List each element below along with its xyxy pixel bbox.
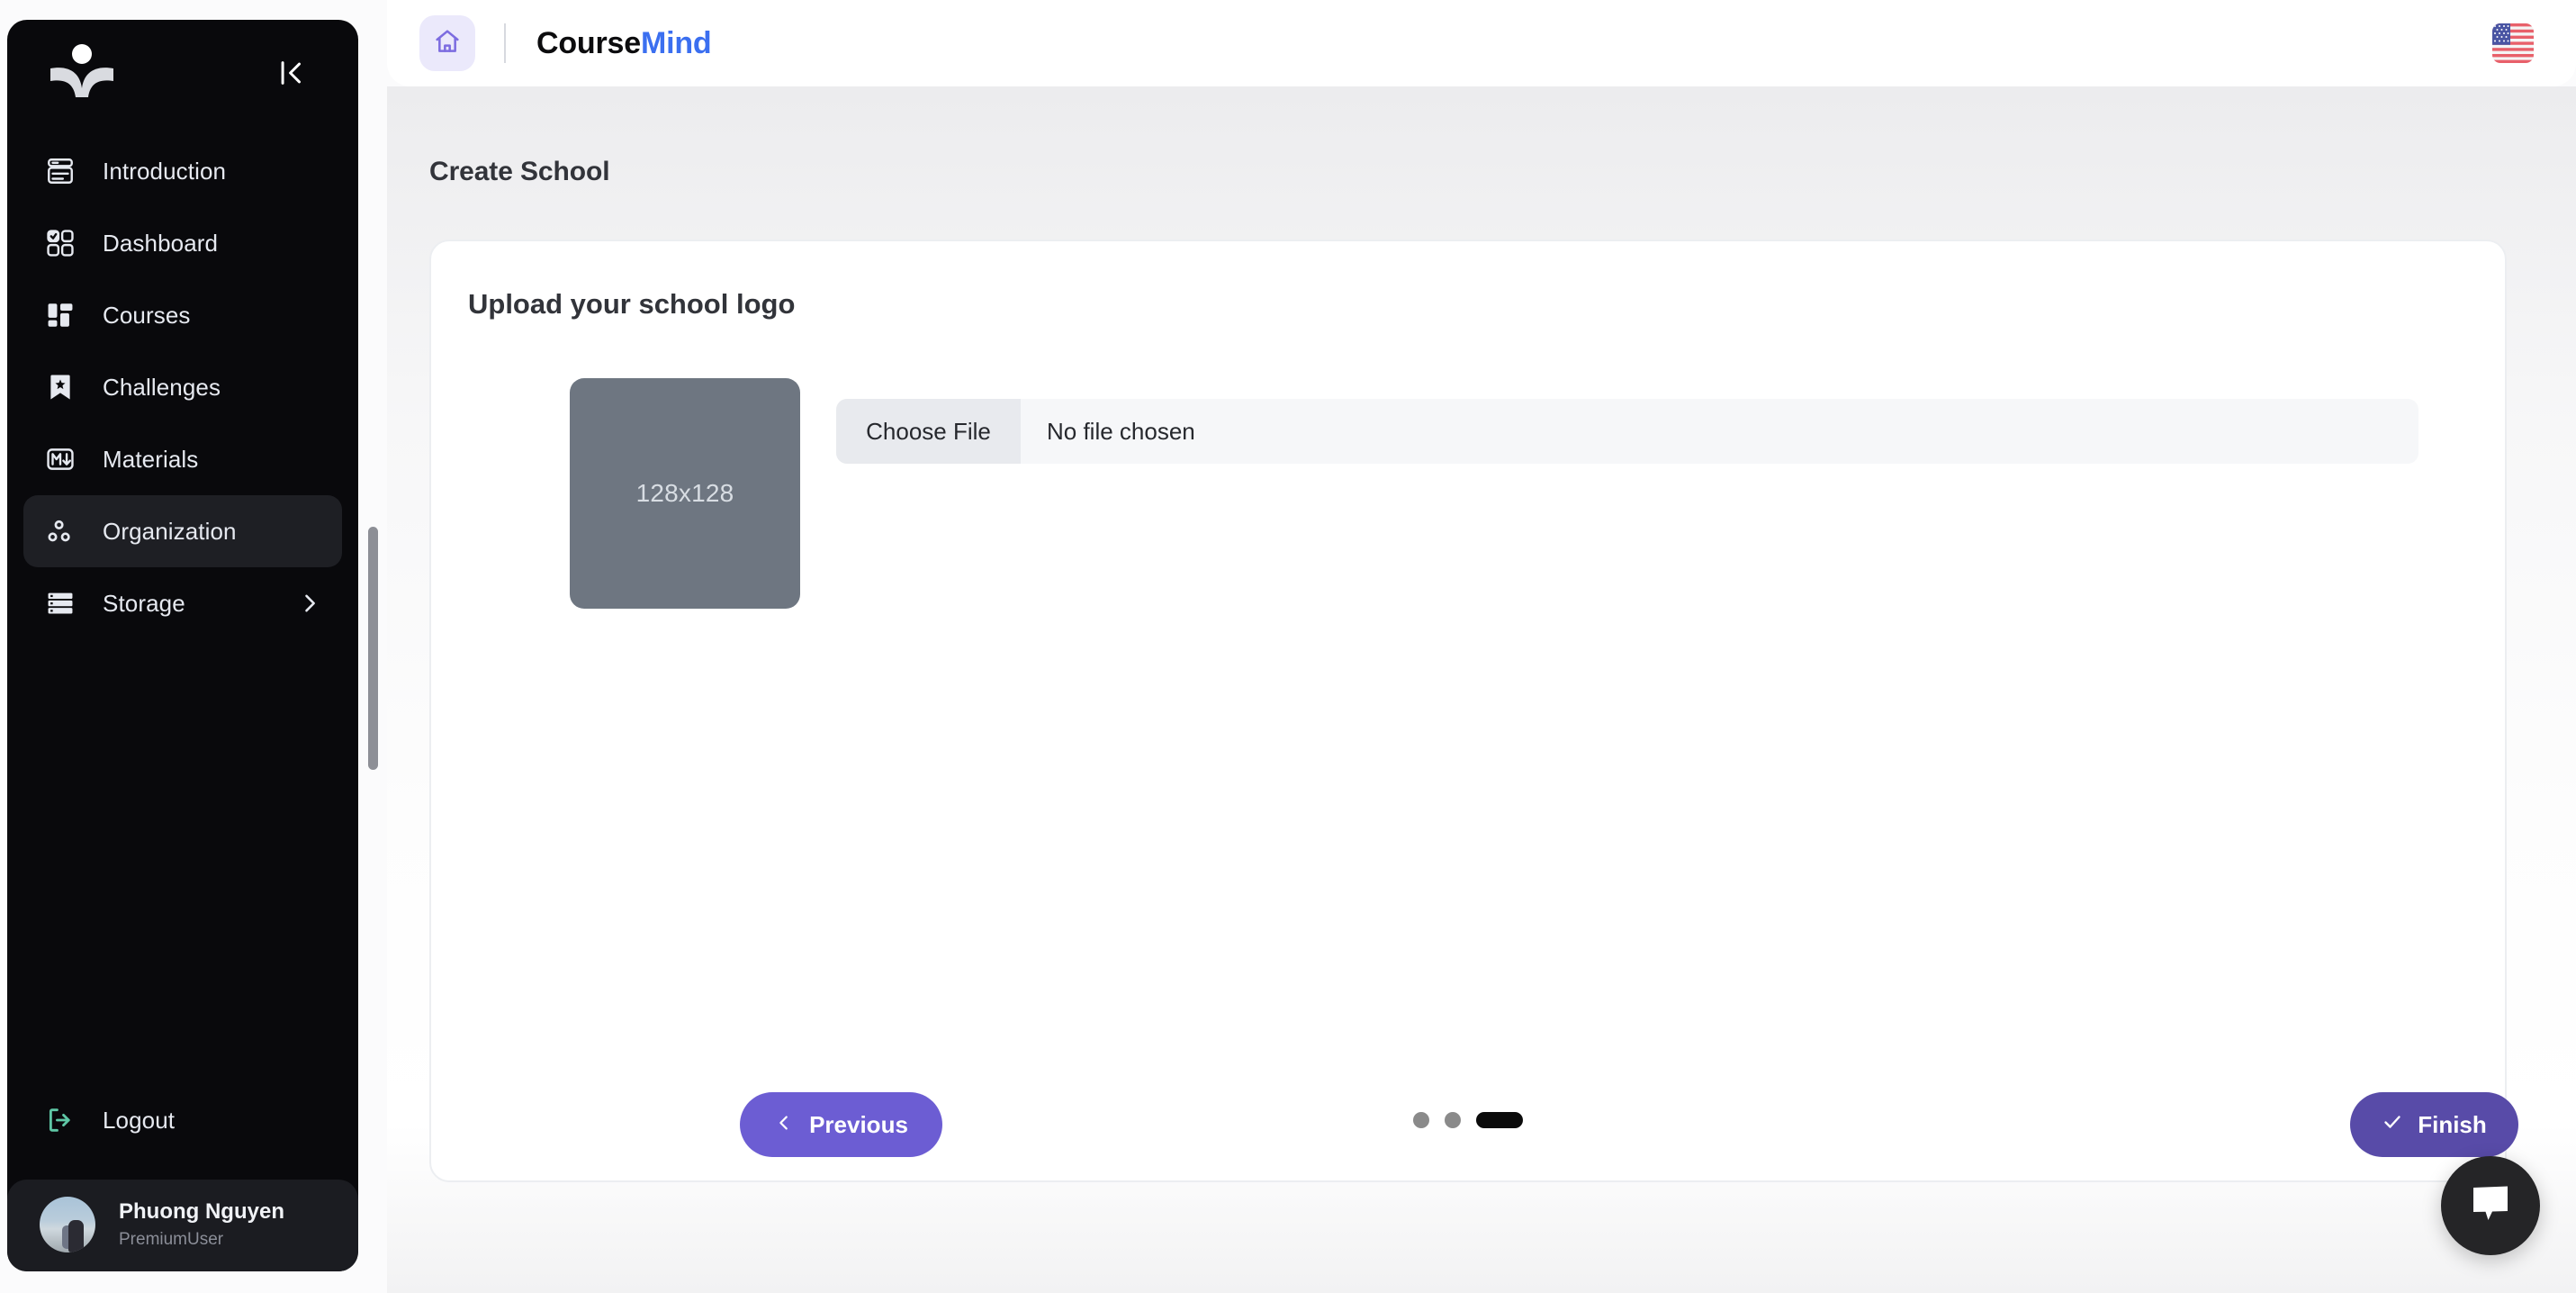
finish-button-label: Finish: [2418, 1110, 2487, 1138]
sidebar-item-label: Challenges: [103, 373, 221, 401]
sidebar-item-label: Materials: [103, 445, 199, 473]
finish-button[interactable]: Finish: [2350, 1092, 2518, 1157]
chat-bubble-icon: [2468, 1183, 2513, 1229]
sidebar-item-organization[interactable]: Organization: [23, 495, 342, 567]
logo-placeholder-label: 128x128: [635, 479, 734, 507]
collapse-panel-icon[interactable]: [272, 53, 311, 93]
chevron-right-icon[interactable]: [297, 591, 322, 616]
chat-widget-button[interactable]: [2441, 1156, 2540, 1255]
user-role: PremiumUser: [119, 1229, 224, 1249]
sidebar-item-label: Courses: [103, 301, 191, 329]
app-title-part2: Mind: [640, 25, 712, 60]
home-icon: [433, 27, 462, 60]
sidebar-scrollbar-thumb[interactable]: [368, 527, 378, 770]
home-button[interactable]: [419, 15, 475, 71]
user-profile[interactable]: Phuong Nguyen PremiumUser: [7, 1180, 358, 1271]
step-dot-2[interactable]: [1445, 1112, 1461, 1128]
sidebar-item-introduction[interactable]: Introduction: [23, 135, 342, 207]
logout-icon: [41, 1105, 79, 1135]
chevron-left-icon: [774, 1111, 794, 1139]
sidebar-item-materials[interactable]: Materials: [23, 423, 342, 495]
logo-preview-placeholder: 128x128: [570, 378, 800, 609]
step-dot-1[interactable]: [1413, 1112, 1429, 1128]
previous-button[interactable]: Previous: [740, 1092, 942, 1157]
sidebar: Introduction Dashboard Courses Challenge…: [7, 20, 358, 1271]
layout-grid-icon: [41, 300, 79, 330]
logout-label: Logout: [103, 1106, 176, 1134]
sidebar-item-label: Dashboard: [103, 229, 219, 257]
sidebar-header: [7, 20, 358, 126]
app-title-part1: Course: [536, 25, 641, 60]
file-name-label: No file chosen: [1047, 417, 1195, 445]
main-content: Create School Upload your school logo 12…: [387, 86, 2576, 1293]
check-icon: [2382, 1111, 2403, 1139]
logout-button[interactable]: Logout: [23, 1084, 342, 1156]
user-avatar-photo: [40, 1197, 95, 1252]
sidebar-item-label: Introduction: [103, 157, 227, 185]
user-name: Phuong Nguyen: [119, 1198, 284, 1224]
card-title: Upload your school logo: [468, 288, 796, 320]
org-nodes-icon: [41, 516, 79, 547]
sidebar-item-courses[interactable]: Courses: [23, 279, 342, 351]
app-title: CourseMind: [536, 25, 712, 61]
sidebar-item-label: Organization: [103, 517, 237, 545]
grid-check-icon: [41, 228, 79, 258]
language-selector[interactable]: [2484, 14, 2542, 72]
choose-file-button[interactable]: Choose File: [836, 399, 1021, 464]
card-list-icon: [41, 156, 79, 186]
previous-button-label: Previous: [809, 1110, 908, 1138]
sidebar-item-label: Storage: [103, 589, 185, 617]
server-stack-icon: [41, 588, 79, 619]
logo-file-input[interactable]: Choose File No file chosen: [836, 399, 2418, 464]
markdown-icon: [41, 444, 79, 475]
top-bar: CourseMind: [387, 0, 2576, 86]
sidebar-item-challenges[interactable]: Challenges: [23, 351, 342, 423]
sidebar-footer: Logout Phuong Nguyen PremiumUser: [7, 1084, 358, 1271]
sidebar-nav: Introduction Dashboard Courses Challenge…: [7, 126, 358, 1084]
header-divider: [504, 23, 506, 63]
graduation-reader-logo: [49, 41, 115, 104]
step-dot-3-active[interactable]: [1476, 1112, 1523, 1128]
us-flag-icon: [2492, 23, 2534, 63]
page-title: Create School: [429, 157, 610, 186]
sidebar-item-dashboard[interactable]: Dashboard: [23, 207, 342, 279]
bookmark-star-icon: [41, 372, 79, 402]
step-indicator: [1413, 1112, 1523, 1128]
card-footer: Previous Finish: [431, 1036, 2518, 1180]
sidebar-item-storage[interactable]: Storage: [23, 567, 342, 639]
create-school-card: Upload your school logo 128x128 Choose F…: [429, 240, 2518, 1182]
app-root: Introduction Dashboard Courses Challenge…: [0, 0, 2576, 1293]
